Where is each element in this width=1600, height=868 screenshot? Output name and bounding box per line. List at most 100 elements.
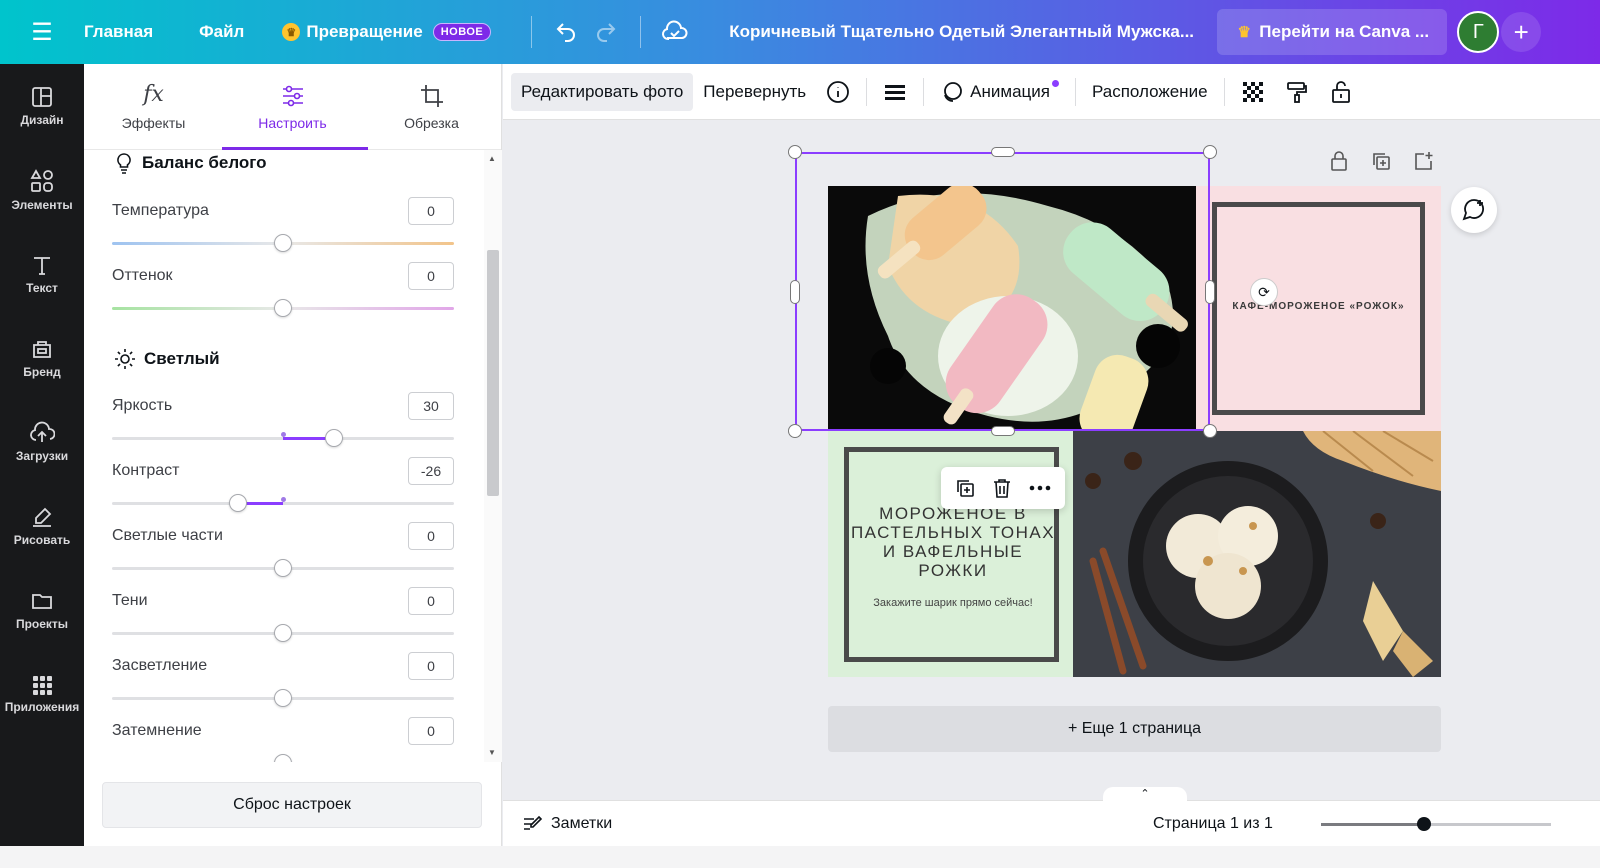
upgrade-button[interactable]: ♛ Перейти на Canva ... [1217,9,1448,55]
contrast-slider[interactable] [112,502,454,505]
rail-item-text[interactable]: Текст [0,232,84,316]
rail-label: Проекты [15,617,69,631]
highlights-thumb[interactable] [274,559,292,577]
plus-icon[interactable]: + [1501,12,1542,52]
duplicate-icon[interactable] [954,477,976,499]
resize-handle[interactable] [1205,280,1215,304]
rail-item-uploads[interactable]: Загрузки [0,400,84,484]
contrast-input[interactable]: -26 [408,457,454,485]
resize-handle[interactable] [991,426,1015,436]
resize-handle[interactable] [1203,145,1217,159]
highlights-input[interactable]: 0 [408,522,454,550]
divider [1223,77,1225,106]
reset-adjustments-button[interactable]: Сброс настроек [102,782,482,828]
rail-item-design[interactable]: Дизайн [0,64,84,148]
rail-label: Приложения [4,700,80,714]
position-button[interactable]: Расположение [1082,73,1218,111]
tint-input[interactable]: 0 [408,262,454,290]
home-link[interactable]: Главная [84,22,153,42]
design-title[interactable]: Коричневый Тщательно Одетый Элегантный М… [729,22,1197,42]
panel-scrollbar[interactable]: ▲ ▼ [484,150,502,762]
zoom-fill [1321,823,1425,826]
section-white-balance: Баланс белого [114,152,267,174]
cafe-title[interactable]: КАФЕ-МОРОЖЕНОЕ «РОЖОК» [1196,301,1441,312]
magic-switch-button[interactable]: ♛ Превращение НОВОЕ [282,22,492,42]
trash-icon[interactable] [991,477,1013,499]
swap-icon[interactable]: ⟳ [1250,278,1278,306]
icecream-photo[interactable] [1073,431,1441,677]
avatar[interactable]: Г [1457,11,1500,53]
tab-adjust[interactable]: Настроить [223,64,362,149]
fx-icon: fx [143,82,164,107]
contrast-thumb[interactable] [229,494,247,512]
scroll-down-icon[interactable]: ▼ [488,748,496,757]
more-icon[interactable] [1028,477,1052,499]
tab-label: Обрезка [404,114,459,131]
sun-icon [115,349,135,369]
redo-icon[interactable] [586,12,626,52]
scrollbar-thumb[interactable] [487,250,499,496]
magic-switch-label: Превращение [306,22,423,41]
duplicate-page-icon[interactable] [1370,150,1392,172]
add-page-button[interactable]: + Еще 1 страница [828,706,1441,752]
scroll-up-icon[interactable]: ▲ [488,154,496,163]
upgrade-label: Перейти на Canva ... [1259,22,1430,41]
resize-handle[interactable] [991,147,1015,157]
info-icon[interactable] [816,73,860,111]
crown-icon: ♛ [1237,24,1251,41]
rail-item-brand[interactable]: Бренд [0,316,84,400]
resize-handle[interactable] [1203,424,1217,438]
rail-item-apps[interactable]: Приложения [0,652,84,736]
tab-label: Эффекты [121,115,186,131]
lock-icon[interactable] [1319,73,1363,111]
promo-subline[interactable]: Закажите шарик прямо сейчас! [848,597,1058,609]
resize-handle[interactable] [790,280,800,304]
rail-item-draw[interactable]: Рисовать [0,484,84,568]
shadows-input[interactable]: 0 [408,587,454,615]
flip-button[interactable]: Перевернуть [693,73,816,111]
tab-crop[interactable]: Обрезка [362,64,501,149]
expand-pages-icon[interactable]: ⌃ [1103,787,1187,803]
tint-thumb[interactable] [274,299,292,317]
notes-button[interactable]: Заметки [521,813,612,835]
tint-label: Оттенок [112,267,173,284]
transparency-icon[interactable] [1231,73,1275,111]
window-bottom-edge [0,846,1600,868]
brightness-label: Яркость [112,397,173,414]
add-comment-button[interactable] [1451,187,1497,233]
rail-item-elements[interactable]: Элементы [0,148,84,232]
add-page-icon[interactable] [1412,150,1434,172]
temperature-thumb[interactable] [274,234,292,252]
border-style-icon[interactable] [873,73,917,111]
lock-icon[interactable] [1328,150,1350,172]
edit-photo-button[interactable]: Редактировать фото [511,72,694,111]
shadows-thumb[interactable] [274,624,292,642]
animation-icon [944,81,963,102]
cafe-panel[interactable]: КАФЕ-МОРОЖЕНОЕ «РОЖОК» ⟳ [1196,186,1441,431]
file-menu[interactable]: Файл [199,22,244,42]
undo-icon[interactable] [546,12,586,52]
brightness-input[interactable]: 30 [408,392,454,420]
menu-icon[interactable]: ☰ [0,18,84,46]
default-marker [281,432,286,437]
brightness-thumb[interactable] [325,429,343,447]
cloud-saved-icon[interactable] [655,12,695,52]
rail-item-projects[interactable]: Проекты [0,568,84,652]
paint-roller-icon[interactable] [1275,73,1319,111]
temperature-input[interactable]: 0 [408,197,454,225]
tab-effects[interactable]: fx Эффекты [84,64,223,149]
animation-button[interactable]: Анимация [930,73,1069,111]
promo-headline[interactable]: МОРОЖЕНОЕ В ПАСТЕЛЬНЫХ ТОНАХ И ВАФЕЛЬНЫЕ… [848,504,1058,580]
whites-input[interactable]: 0 [408,652,454,680]
resize-handle[interactable] [788,145,802,159]
resize-handle[interactable] [788,424,802,438]
whites-thumb[interactable] [274,689,292,707]
shapes-icon [30,169,53,192]
zoom-thumb[interactable] [1417,817,1431,831]
page-actions [1328,150,1434,172]
blacks-thumb[interactable] [274,754,292,762]
blacks-input[interactable]: 0 [408,717,454,745]
layout-icon [32,87,52,107]
rail-label: Рисовать [13,533,71,547]
tab-label: Настроить [258,114,327,131]
